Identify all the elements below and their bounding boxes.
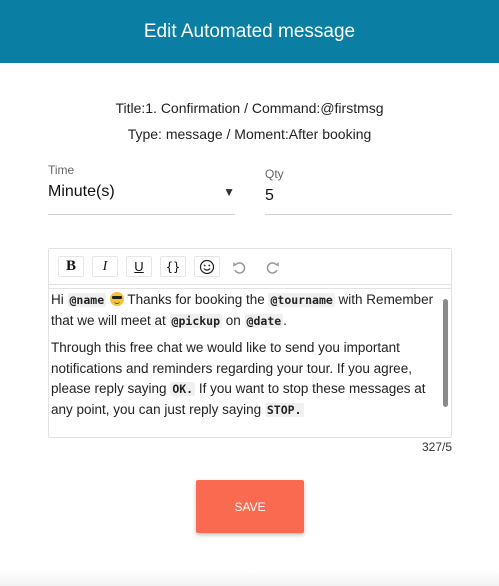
redo-button[interactable] bbox=[262, 256, 284, 277]
dialog-header: Edit Automated message bbox=[0, 0, 499, 63]
dropdown-arrow-icon: ▼ bbox=[223, 185, 235, 199]
message-editor: B I U {} Hi @name Thanks for booking the… bbox=[48, 248, 452, 438]
qty-underline bbox=[265, 214, 452, 215]
message-paragraph: Hi @name Thanks for booking the @tournam… bbox=[51, 290, 441, 331]
code-button[interactable]: {} bbox=[160, 256, 186, 277]
character-counter: 327/5 bbox=[421, 440, 452, 454]
bold-button[interactable]: B bbox=[58, 256, 84, 277]
message-text: Hi bbox=[51, 292, 68, 307]
message-paragraph: Through this free chat we would like to … bbox=[51, 338, 441, 420]
qty-label: Qty bbox=[265, 167, 284, 181]
undo-icon bbox=[233, 261, 246, 274]
variable-tag: @name bbox=[67, 293, 107, 307]
underline-button[interactable]: U bbox=[126, 256, 152, 277]
emoji-button[interactable] bbox=[194, 256, 220, 277]
variable-tag: @pickup bbox=[169, 313, 223, 328]
qty-value: 5 bbox=[265, 187, 274, 204]
message-info: Title:1. Confirmation / Command:@firstms… bbox=[0, 95, 499, 147]
editor-scrollbar[interactable] bbox=[443, 291, 448, 433]
dialog-title: Edit Automated message bbox=[143, 20, 356, 42]
smiley-icon bbox=[199, 259, 215, 274]
info-title-line: Title:1. Confirmation / Command:@firstms… bbox=[115, 100, 384, 116]
sunglasses-emoji-icon bbox=[109, 292, 124, 306]
variable-tag: @date bbox=[244, 313, 284, 328]
message-textarea[interactable]: Hi @name Thanks for booking the @tournam… bbox=[49, 288, 451, 436]
time-value: Minute(s) bbox=[48, 183, 115, 200]
message-text: on bbox=[222, 312, 245, 328]
time-underline bbox=[48, 214, 235, 215]
time-select[interactable]: Time Minute(s) ▼ bbox=[48, 163, 235, 215]
time-label: Time bbox=[48, 163, 75, 177]
message-text: Thanks for booking the bbox=[123, 292, 269, 307]
save-button[interactable]: SAVE bbox=[196, 480, 304, 533]
keyword-tag: STOP. bbox=[264, 402, 304, 417]
variable-tag: @tourname bbox=[268, 293, 335, 307]
italic-button[interactable]: I bbox=[92, 256, 118, 277]
scrollbar-thumb[interactable] bbox=[443, 299, 448, 407]
undo-button[interactable] bbox=[228, 256, 250, 277]
info-type-line: Type: message / Moment:After booking bbox=[127, 126, 372, 142]
qty-input[interactable]: Qty 5 bbox=[265, 167, 452, 215]
editor-toolbar: B I U {} bbox=[49, 249, 451, 285]
bottom-divider bbox=[0, 570, 499, 586]
keyword-tag: OK. bbox=[170, 382, 196, 396]
redo-icon bbox=[266, 261, 279, 274]
message-text: . bbox=[283, 312, 287, 328]
